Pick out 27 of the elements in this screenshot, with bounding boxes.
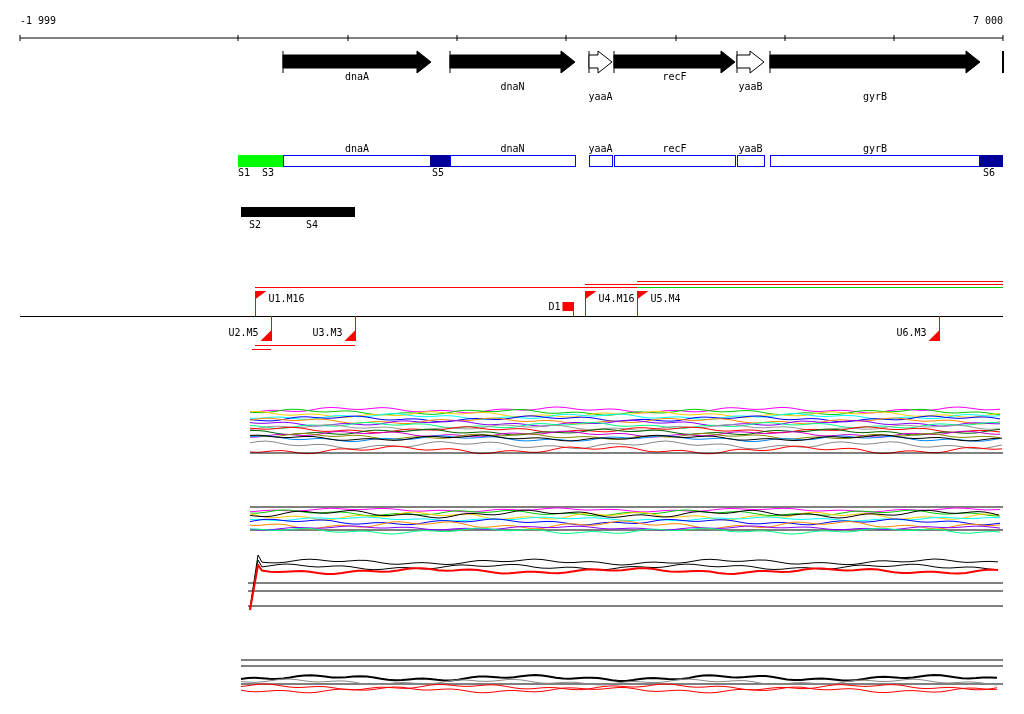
segment-label: S5 — [432, 167, 444, 178]
gene-label: dnaN — [500, 143, 525, 154]
segment-label: S6 — [983, 167, 995, 178]
gene-label: dnaA — [344, 143, 370, 154]
gene-label: yaaB — [738, 81, 763, 92]
feature-label: U5.M4 — [650, 293, 681, 304]
segment-label: S2 — [249, 219, 261, 230]
gene-label: dnaA — [344, 71, 370, 82]
gene-label: dnaN — [500, 81, 525, 92]
ruler-start-label: -1 999 — [20, 15, 57, 26]
feature-label: U6.M3 — [896, 327, 927, 338]
gene-label: yaaB — [738, 143, 763, 154]
gene-label: gyrB — [862, 91, 888, 102]
feature-label: U2.M5 — [228, 327, 259, 338]
segment-label: S1 — [238, 167, 250, 178]
feature-label: U3.M3 — [312, 327, 343, 338]
feature-label: U1.M16 — [268, 293, 305, 304]
gene-label: yaaA — [588, 143, 613, 154]
feature-label: U4.M16 — [598, 293, 635, 304]
gene-label: recF — [662, 143, 687, 154]
feature-label: D1 — [548, 301, 561, 312]
segment-label: S4 — [306, 219, 318, 230]
segment-label: S3 — [262, 167, 274, 178]
ruler-end-label: 7 000 — [972, 15, 1003, 26]
gene-label: yaaA — [588, 91, 613, 102]
gene-label: gyrB — [862, 143, 888, 154]
gene-label: recF — [662, 71, 687, 82]
